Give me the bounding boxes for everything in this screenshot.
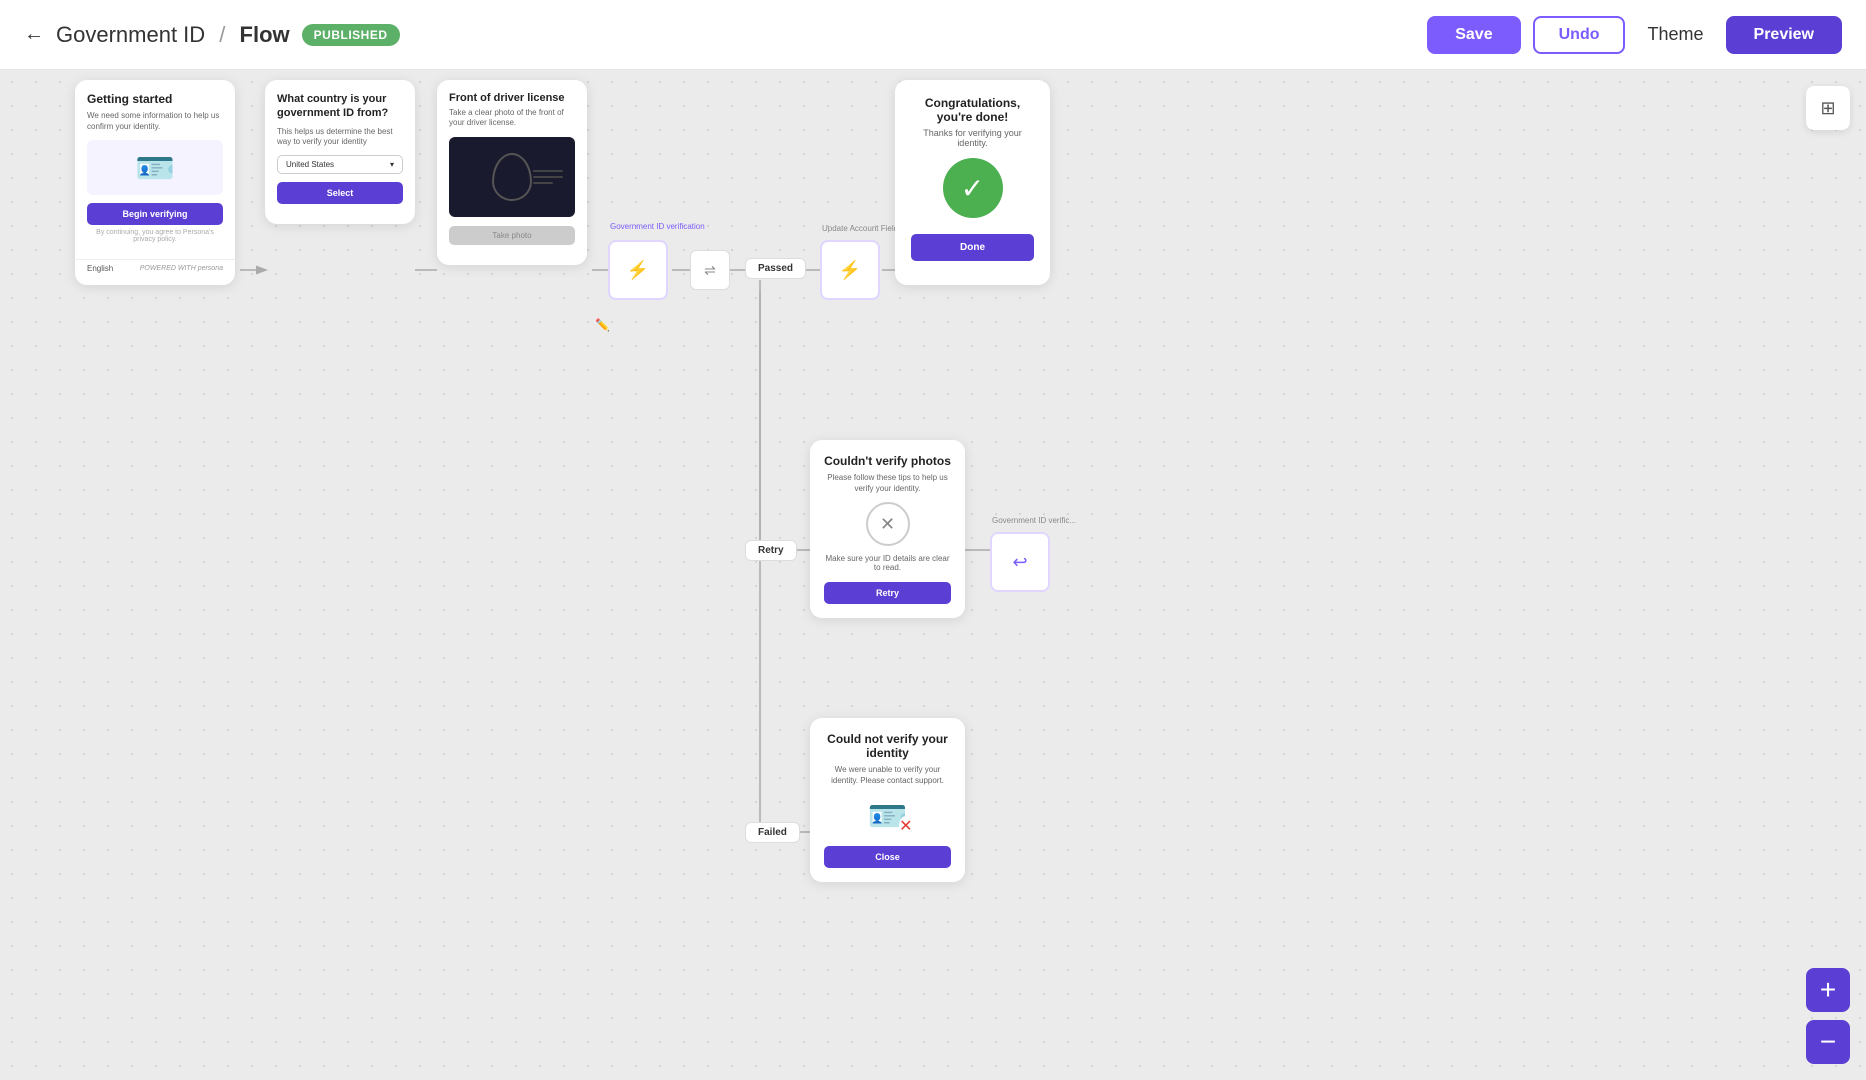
lightning-icon-2: ⚡ xyxy=(839,260,861,281)
retry-note: Make sure your ID details are clear to r… xyxy=(824,554,951,572)
x-circle-icon: ✕ xyxy=(866,502,910,546)
card-retry: ID retry Couldn't verify photos Please f… xyxy=(810,440,965,618)
retry-card-inner: Couldn't verify photos Please follow the… xyxy=(810,440,965,618)
id-line-3 xyxy=(533,182,553,184)
id-verify-card-inner: Front of driver license Take a clear pho… xyxy=(437,80,587,257)
lightning-icon-1: ⚡ xyxy=(627,260,649,281)
fail-title: Could not verify your identity xyxy=(824,732,951,760)
theme-button[interactable]: Theme xyxy=(1637,24,1713,45)
card-success: Success Congratulations, you're done! Th… xyxy=(895,80,1050,285)
edit-pencil-1[interactable]: ✏️ xyxy=(595,318,610,332)
header: ← Government ID / Flow PUBLISHED Save Un… xyxy=(0,0,1866,70)
breadcrumb-sep: / xyxy=(219,22,225,47)
preview-button[interactable]: Preview xyxy=(1726,16,1842,54)
gov-id-node[interactable]: Government ID verific... ↩ xyxy=(990,532,1050,592)
branch-icon: ⇌ xyxy=(704,262,716,279)
save-button[interactable]: Save xyxy=(1427,16,1520,54)
start-bottom-bar: English POWERED WITH persona xyxy=(75,259,235,277)
start-footer: By continuing, you agree to Persona's pr… xyxy=(87,229,223,243)
begin-verifying-button[interactable]: Begin verifying xyxy=(87,203,223,225)
process-node-1[interactable]: Government ID verification ⚡ xyxy=(608,240,668,300)
success-checkmark: ✓ xyxy=(943,158,1003,218)
country-title: What country is your government ID from? xyxy=(277,92,403,121)
breadcrumb-child: Flow xyxy=(240,22,290,47)
passed-label: Passed xyxy=(758,263,793,274)
fail-x-icon: ✕ xyxy=(899,816,912,836)
header-left: ← Government ID / Flow PUBLISHED xyxy=(24,22,1427,48)
retry-node: Retry xyxy=(745,540,797,561)
language-select[interactable]: English xyxy=(87,264,113,273)
zoom-controls: + − xyxy=(1806,968,1850,1064)
breadcrumb: Government ID / Flow xyxy=(56,22,290,48)
fail-desc: We were unable to verify your identity. … xyxy=(824,764,951,786)
back-button[interactable]: ← xyxy=(24,23,44,46)
id-line-1 xyxy=(533,170,563,172)
redirect-icon: ↩ xyxy=(1012,552,1027,573)
success-desc: Thanks for verifying your identity. xyxy=(911,128,1034,148)
zoom-in-button[interactable]: + xyxy=(1806,968,1850,1012)
filter-icon: ⊞ xyxy=(1820,98,1835,119)
update-account-node[interactable]: Update Account Fields fro... ⚡ xyxy=(820,240,880,300)
success-card-inner: Congratulations, you're done! Thanks for… xyxy=(895,80,1050,277)
id-line-2 xyxy=(533,176,563,178)
country-desc: This helps us determine the best way to … xyxy=(277,127,403,148)
id-verify-desc: Take a clear photo of the front of your … xyxy=(449,108,575,129)
card-fail: Fail Could not verify your identity We w… xyxy=(810,718,965,882)
failed-node: Failed xyxy=(745,822,800,843)
card-country: Country select What country is your gove… xyxy=(265,80,415,224)
check-icon: ✓ xyxy=(961,172,984,205)
close-button[interactable]: Close xyxy=(824,846,951,868)
start-illustration: 🪪 xyxy=(87,140,223,195)
id-card-lines xyxy=(533,170,563,184)
id-verify-title: Front of driver license xyxy=(449,92,575,104)
process-node-1-label: Government ID verification xyxy=(610,222,705,231)
retry-desc: Please follow these tips to help us veri… xyxy=(824,472,951,494)
card-id-verify: Government ID verification Front of driv… xyxy=(437,80,587,265)
header-right: Save Undo Theme Preview xyxy=(1427,16,1842,54)
filter-panel[interactable]: ⊞ xyxy=(1806,86,1850,130)
undo-button[interactable]: Undo xyxy=(1533,16,1626,54)
start-card-inner: Getting started We need some information… xyxy=(75,80,235,259)
status-badge: PUBLISHED xyxy=(302,24,400,46)
flow-canvas[interactable]: Start Getting started We need some infor… xyxy=(0,70,1866,1080)
breadcrumb-parent: Government ID xyxy=(56,22,205,47)
card-start: Start Getting started We need some infor… xyxy=(75,80,235,285)
start-title: Getting started xyxy=(87,92,223,106)
retry-label: Retry xyxy=(758,545,784,556)
retry-title: Couldn't verify photos xyxy=(824,454,951,468)
fail-card-inner: Could not verify your identity We were u… xyxy=(810,718,965,882)
passed-node: Passed xyxy=(745,258,806,279)
gov-id-node-label: Government ID verific... xyxy=(992,516,1076,525)
failed-label: Failed xyxy=(758,827,787,838)
flow-container: Start Getting started We need some infor… xyxy=(0,70,1866,1080)
done-button[interactable]: Done xyxy=(911,234,1034,261)
id-photo-area xyxy=(449,137,575,217)
connector-node-1[interactable]: ⇌ xyxy=(690,250,730,290)
retry-button[interactable]: Retry xyxy=(824,582,951,604)
zoom-out-button[interactable]: − xyxy=(1806,1020,1850,1064)
country-dropdown[interactable]: United States ▾ xyxy=(277,155,403,174)
face-outline xyxy=(492,153,532,201)
success-title: Congratulations, you're done! xyxy=(911,96,1034,124)
country-card-inner: What country is your government ID from?… xyxy=(265,80,415,216)
dropdown-value: United States xyxy=(286,160,334,169)
persona-logo: POWERED WITH persona xyxy=(140,265,223,272)
fail-illustration: 🪪 ✕ xyxy=(863,796,913,836)
select-button[interactable]: Select xyxy=(277,182,403,204)
start-desc: We need some information to help us conf… xyxy=(87,110,223,132)
id-illustration-icon: 🪪 xyxy=(135,149,175,187)
chevron-down-icon: ▾ xyxy=(390,160,394,169)
take-photo-button[interactable]: Take photo xyxy=(449,226,575,245)
